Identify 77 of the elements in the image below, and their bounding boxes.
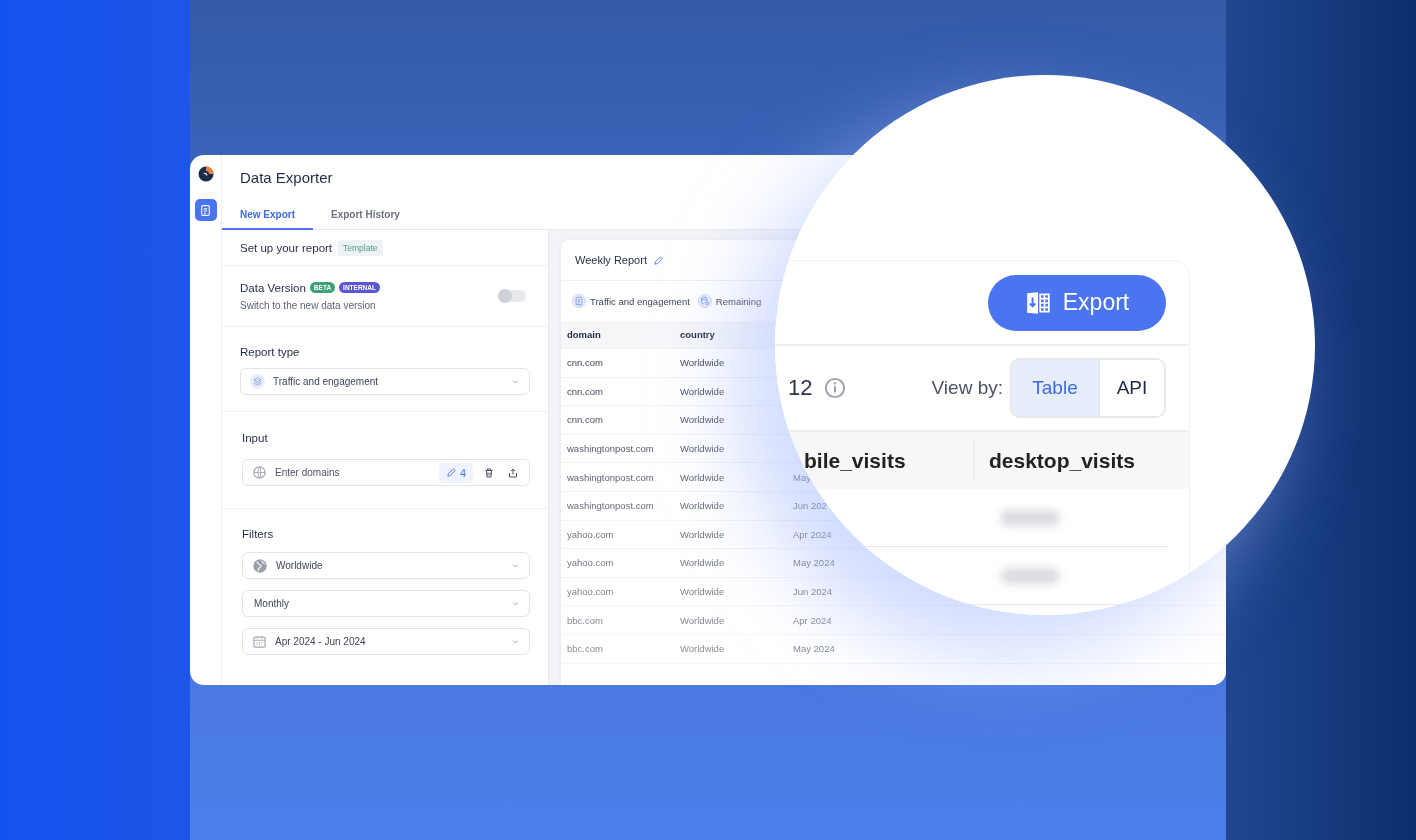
table-cell-text: Worldwide (680, 614, 726, 626)
section-title: Filters (242, 528, 275, 540)
table-cell: May 2024 (793, 643, 835, 655)
spreadsheet-icon (1024, 289, 1051, 316)
table-cell-text: Worldwide (680, 414, 726, 426)
report-type-dropdown[interactable]: Traffic and engagement (240, 368, 530, 395)
table-cell-text: Worldwide (680, 643, 726, 655)
table-cell-text: Worldwide (680, 500, 726, 512)
template-badge: Template (338, 239, 383, 256)
blurred-value (1000, 509, 1060, 526)
report-tag: Remaining (715, 295, 762, 307)
sidebar-item[interactable] (194, 199, 217, 221)
table-cell-text: Worldwide (680, 357, 726, 369)
table-cell-text: cnn.com (567, 385, 604, 397)
upload-icon (507, 466, 519, 479)
table-cell: Apr 2024 (793, 528, 832, 540)
row-count: 12 (788, 375, 813, 401)
table-cell: May 2024 (793, 557, 835, 569)
table-cell-text: Worldwide (680, 443, 726, 455)
table-cell-text: washingtonpost.com (567, 500, 655, 512)
table-cell-text: cnn.com (567, 414, 604, 426)
document-icon (572, 294, 586, 308)
report-title: Weekly Report (575, 254, 647, 266)
tab[interactable]: Export History (313, 205, 418, 230)
toggle-switch[interactable] (499, 290, 526, 302)
trash-icon (483, 466, 495, 479)
table-cell: Jun 202 (793, 500, 827, 512)
info-icon (824, 377, 847, 399)
table-cell-text: bbc.com (567, 614, 604, 626)
table-cell: Apr 2024 (793, 614, 832, 626)
dropdown-value: Worldwide (276, 560, 324, 571)
table-cell: Jun 2024 (793, 586, 833, 598)
calendar-icon (252, 634, 267, 649)
report-tag: Traffic and engagement (590, 295, 690, 307)
dropdown-value: Apr 2024 - Jun 2024 (275, 636, 367, 647)
section-subtitle: Switch to the new data version (240, 299, 377, 311)
table-cell-text: Worldwide (680, 471, 726, 483)
layers-icon (252, 376, 263, 387)
section-title: Set up your report (240, 241, 333, 254)
window-title: Data Exporter (240, 169, 334, 188)
export-button[interactable]: Export (988, 274, 1166, 331)
count-label: 4 (459, 466, 466, 479)
database-icon (697, 294, 712, 308)
section-title: Report type (240, 346, 301, 358)
blurred-value (1000, 567, 1060, 584)
column-header: desktop_visits (989, 448, 1135, 473)
document-icon (199, 203, 212, 217)
filter-dropdown[interactable]: Monthly (242, 590, 530, 617)
domains-field[interactable]: Enter domains 4 (242, 459, 530, 486)
dropdown-value: Monthly (254, 598, 290, 609)
column-header: domain (567, 329, 602, 340)
table-cell-text: yahoo.com (567, 586, 615, 598)
table-cell-text: yahoo.com (567, 528, 615, 540)
table-cell-text: Worldwide (680, 385, 726, 397)
pencil-icon (652, 254, 664, 266)
table-cell-text: washingtonpost.com (567, 443, 655, 455)
logo-icon (196, 165, 215, 183)
section-title: Data Version (240, 281, 306, 294)
section-title: Input (242, 432, 269, 444)
view-by-label: View by: (931, 377, 1003, 399)
table-cell-text: Worldwide (680, 557, 726, 569)
table-cell-text: yahoo.com (567, 557, 615, 569)
column-header: country (680, 329, 716, 340)
table-cell: May (793, 471, 811, 483)
table-cell-text: Worldwide (680, 528, 726, 540)
table-cell-text: bbc.com (567, 643, 604, 655)
tab[interactable]: New Export (222, 205, 313, 230)
edit-count-button[interactable]: 4 (438, 462, 473, 483)
table-cell-text: washingtonpost.com (567, 471, 655, 483)
edit-title-button[interactable] (652, 254, 664, 266)
filter-dropdown[interactable]: Apr 2024 - Jun 2024 (242, 628, 530, 655)
pencil-icon (445, 467, 457, 478)
dropdown-value: Traffic and engagement (273, 376, 380, 387)
filter-dropdown[interactable]: Worldwide (242, 552, 530, 579)
table-cell-text: cnn.com (567, 357, 604, 369)
view-option[interactable]: Table (1012, 360, 1100, 416)
table-cell-text: Worldwide (680, 586, 726, 598)
